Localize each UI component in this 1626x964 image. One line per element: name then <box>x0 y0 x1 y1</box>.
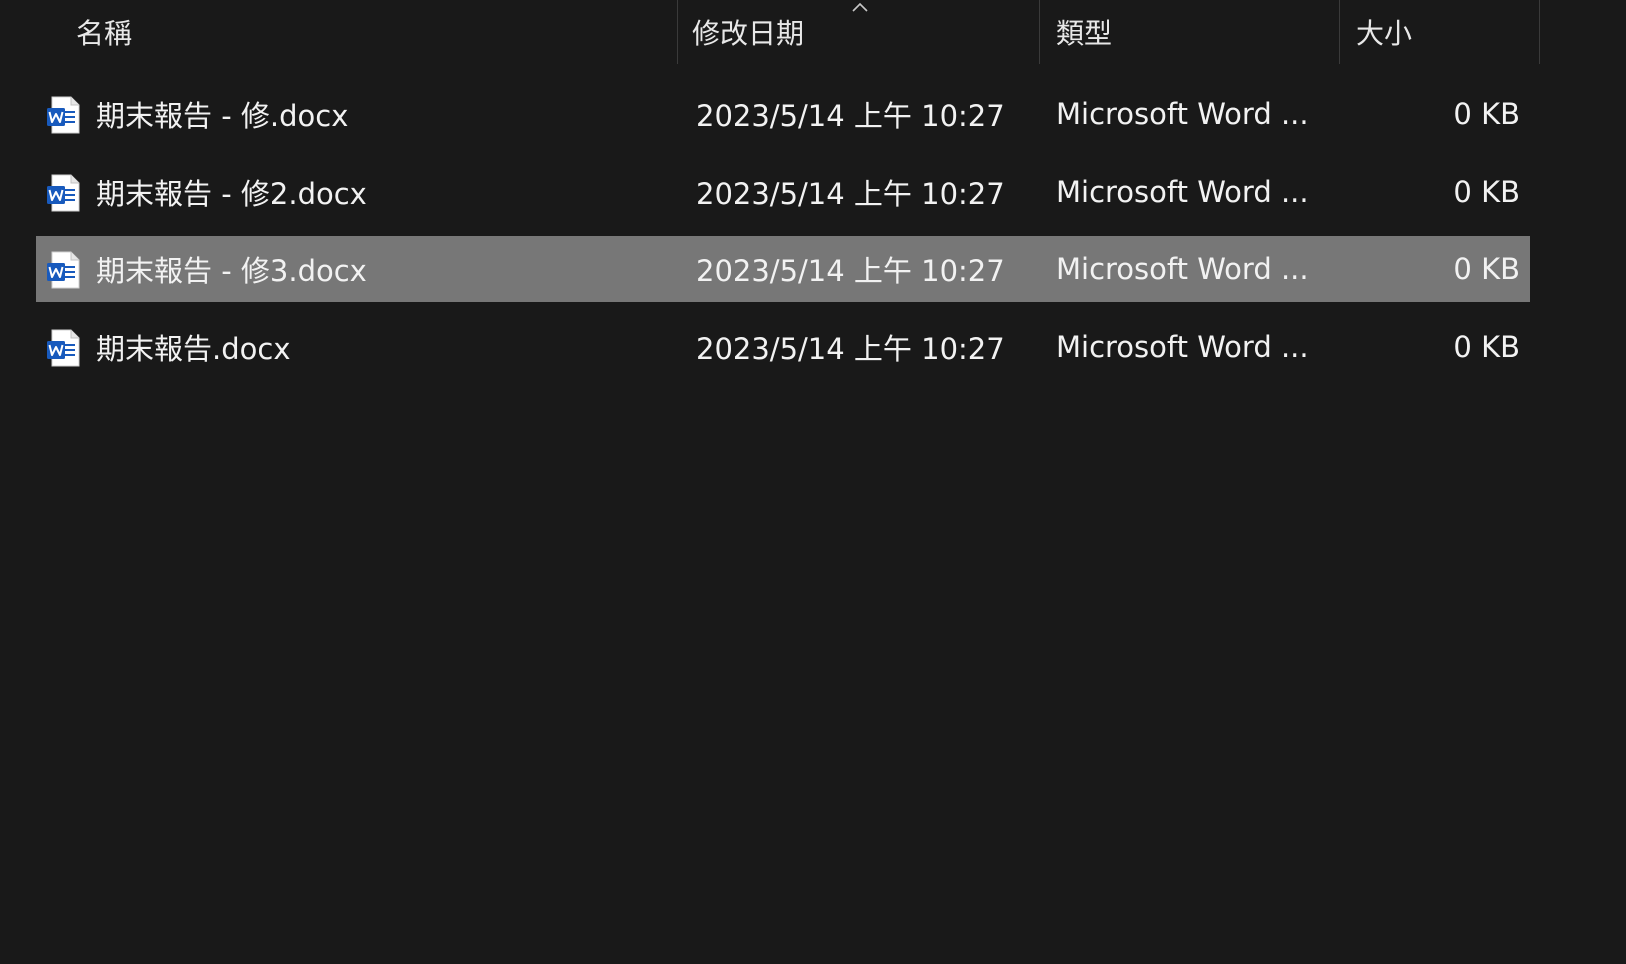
file-row[interactable]: 期末報告 - 修2.docx 2023/5/14 上午 10:27 Micros… <box>36 159 1530 225</box>
column-header-type[interactable]: 類型 <box>1056 0 1336 64</box>
file-size: 0 KB <box>1453 330 1520 364</box>
word-document-icon <box>47 96 80 134</box>
column-divider[interactable] <box>1539 0 1540 64</box>
column-header-bar: 名稱 修改日期 類型 大小 <box>0 0 1626 64</box>
file-type: Microsoft Word ... <box>1056 97 1309 131</box>
column-header-name-label: 名稱 <box>76 17 133 50</box>
file-name[interactable]: 期末報告 - 修3.docx <box>96 236 367 302</box>
word-document-icon <box>47 329 80 367</box>
file-explorer-details-view: 名稱 修改日期 類型 大小 期末報告 - 修.docx 2023/5/14 上午… <box>0 0 1626 964</box>
column-header-type-label: 類型 <box>1056 17 1113 50</box>
column-header-name[interactable]: 名稱 <box>76 0 676 64</box>
file-modified-date: 2023/5/14 上午 10:27 <box>696 177 1005 211</box>
column-header-modified-label: 修改日期 <box>692 17 805 50</box>
file-size: 0 KB <box>1453 252 1520 286</box>
file-modified-date: 2023/5/14 上午 10:27 <box>696 254 1005 288</box>
file-type: Microsoft Word ... <box>1056 175 1309 209</box>
column-divider[interactable] <box>1039 0 1040 64</box>
file-row-selected[interactable]: 期末報告 - 修3.docx 2023/5/14 上午 10:27 Micros… <box>36 236 1530 302</box>
file-size: 0 KB <box>1453 175 1520 209</box>
file-name[interactable]: 期末報告.docx <box>96 314 290 380</box>
file-size: 0 KB <box>1453 97 1520 131</box>
file-modified-date: 2023/5/14 上午 10:27 <box>696 99 1005 133</box>
column-divider[interactable] <box>677 0 678 64</box>
word-document-icon <box>47 251 80 289</box>
column-divider[interactable] <box>1339 0 1340 64</box>
chevron-up-icon <box>852 2 868 12</box>
file-name[interactable]: 期末報告 - 修.docx <box>96 81 348 147</box>
file-name[interactable]: 期末報告 - 修2.docx <box>96 159 367 225</box>
file-modified-date: 2023/5/14 上午 10:27 <box>696 332 1005 366</box>
file-type: Microsoft Word ... <box>1056 330 1309 364</box>
word-document-icon <box>47 174 80 212</box>
column-header-size-label: 大小 <box>1356 17 1413 50</box>
file-row[interactable]: 期末報告 - 修.docx 2023/5/14 上午 10:27 Microso… <box>36 81 1530 147</box>
file-row[interactable]: 期末報告.docx 2023/5/14 上午 10:27 Microsoft W… <box>36 314 1530 380</box>
file-type: Microsoft Word ... <box>1056 252 1309 286</box>
column-header-size[interactable]: 大小 <box>1356 0 1536 64</box>
